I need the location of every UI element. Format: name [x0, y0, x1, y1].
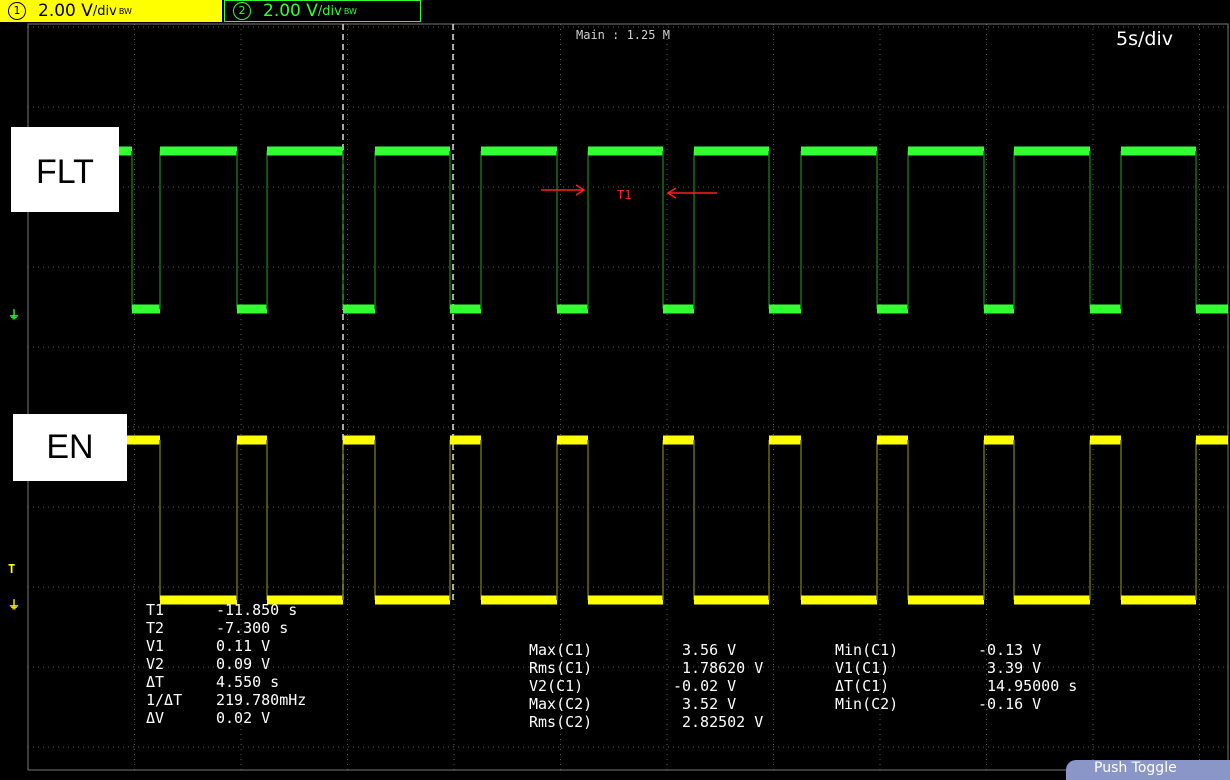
measurement-label: V2(C1) — [529, 677, 584, 695]
measurement-label: Rms(C2) — [529, 713, 593, 731]
auto-measurements-left: Max(C1) 3.56 V Rms(C1) 1.78620 V V2(C1) -0.… — [529, 641, 763, 731]
measurement-row: ΔT(C1) 14.95000 s — [835, 677, 1077, 695]
measurement-label: ΔT(C1) — [835, 677, 890, 695]
cursor-row: V2 0.09 V — [146, 655, 306, 673]
measurement-label: Min(C1) — [835, 641, 899, 659]
measurement-label: Rms(C1) — [529, 659, 593, 677]
cursor-label: V2 — [146, 655, 165, 673]
ch1-number: 1 — [8, 2, 26, 20]
flt-label-text: FLT — [36, 153, 94, 191]
measurement-value: 14.95000 s — [987, 677, 1078, 695]
cursor-value: 4.550 s — [216, 673, 280, 691]
main-timebase: Main : 1.25 M — [576, 28, 670, 42]
measurement-row: V1(C1) 3.39 V — [835, 659, 1077, 677]
cursor-measurements: T1 -11.850 s T2 -7.300 s V1 0.11 V V2 0.09 V… — [146, 601, 306, 727]
cursor-label: ΔT — [146, 673, 165, 691]
measurement-row: Rms(C1) 1.78620 V — [529, 659, 763, 677]
ch1-scale-indicator[interactable]: 1 2.00 V/div BW — [0, 0, 222, 22]
measurement-value: 3.39 V — [987, 659, 1042, 677]
ch2-number: 2 — [233, 2, 251, 20]
ch1-bw-icon: BW — [118, 6, 132, 16]
cursor-label: T1 — [146, 601, 165, 619]
measurement-row: V2(C1) -0.02 V — [529, 677, 763, 695]
push-toggle-button[interactable]: Push Toggle — [1066, 760, 1230, 780]
measurement-label: Max(C1) — [529, 641, 593, 659]
cursor-label: ΔV — [146, 709, 165, 727]
ch2-scale-unit: /div — [317, 3, 342, 19]
ch2-ground-marker-icon[interactable]: ⏚ — [8, 306, 20, 323]
cursor-value: -11.850 s — [216, 601, 298, 619]
cursor-value: 0.02 V — [216, 709, 271, 727]
cursor-row: ΔT 4.550 s — [146, 673, 306, 691]
ch2-scale: 2.00 V — [263, 1, 318, 21]
measurement-row: Min(C2) -0.16 V — [835, 695, 1077, 713]
measurement-label: Min(C2) — [835, 695, 899, 713]
cursor-value: -7.300 s — [216, 619, 289, 637]
cursor-row: T2 -7.300 s — [146, 619, 306, 637]
flt-signal-label: FLT — [11, 127, 119, 212]
measurement-label: V1(C1) — [835, 659, 890, 677]
measurement-value: -0.13 V — [978, 641, 1042, 659]
cursor-label: V1 — [146, 637, 165, 655]
measurement-value: 2.82502 V — [682, 713, 764, 731]
cursor-label: T2 — [146, 619, 165, 637]
measurement-row: Max(C2) 3.52 V — [529, 695, 763, 713]
measurement-value: -0.02 V — [673, 677, 737, 695]
cursor-value: 0.11 V — [216, 637, 271, 655]
cursor-row: ΔV 0.02 V — [146, 709, 306, 727]
cursor-value: 0.09 V — [216, 655, 271, 673]
ch1-scale-unit: /div — [92, 3, 117, 19]
cursor-label: 1/ΔT — [146, 691, 183, 709]
cursor-t1-label: T1 — [617, 188, 632, 202]
measurement-value: 3.52 V — [682, 695, 737, 713]
measurement-row: Max(C1) 3.56 V — [529, 641, 763, 659]
ch1-ground-marker-icon[interactable]: ⏚ — [8, 596, 20, 613]
cursor-row: V1 0.11 V — [146, 637, 306, 655]
cursor-value: 219.780mHz — [216, 691, 307, 709]
trigger-level-marker-icon[interactable]: T — [8, 562, 15, 576]
time-per-div[interactable]: 5s/div — [1116, 28, 1173, 50]
measurement-row: Rms(C2) 2.82502 V — [529, 713, 763, 731]
en-label-text: EN — [46, 428, 94, 466]
measurement-value: 3.56 V — [682, 641, 737, 659]
ch2-bw-icon: BW — [343, 6, 357, 16]
ch2-scale-indicator[interactable]: 2 2.00 V/div BW — [224, 0, 421, 22]
measurement-value: 1.78620 V — [682, 659, 764, 677]
measurement-row: Min(C1) -0.13 V — [835, 641, 1077, 659]
en-signal-label: EN — [13, 414, 127, 481]
cursor-row: 1/ΔT 219.780mHz — [146, 691, 306, 709]
measurement-value: -0.16 V — [978, 695, 1042, 713]
auto-measurements-right: Min(C1) -0.13 V V1(C1) 3.39 V ΔT(C1) 14.950… — [835, 641, 1077, 713]
oscilloscope-screen: 1 2.00 V/div BW 2 2.00 V/div BW Main : 1.2… — [0, 0, 1230, 780]
cursor-row: T1 -11.850 s — [146, 601, 306, 619]
measurement-label: Max(C2) — [529, 695, 593, 713]
ch1-scale: 2.00 V — [38, 1, 93, 21]
